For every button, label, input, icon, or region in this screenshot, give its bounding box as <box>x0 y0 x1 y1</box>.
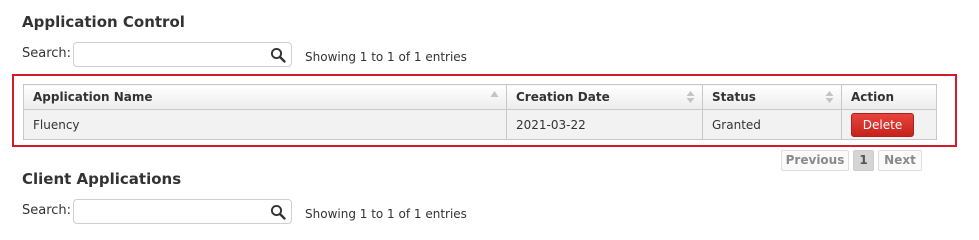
entries-info: Showing 1 to 1 of 1 entries <box>305 207 467 221</box>
delete-button[interactable]: Delete <box>851 112 914 137</box>
section-title-application-control: Application Control <box>22 13 185 31</box>
column-header-status[interactable]: Status <box>702 84 842 110</box>
table-header-row: Application Name Creation Date Status Ac… <box>23 84 937 110</box>
search-field[interactable] <box>73 199 292 224</box>
column-header-application-name[interactable]: Application Name <box>23 84 507 110</box>
search-input[interactable] <box>74 43 276 66</box>
column-header-label: Action <box>851 90 895 104</box>
pagination-page-1-button[interactable]: 1 <box>853 150 874 171</box>
column-header-creation-date[interactable]: Creation Date <box>506 84 703 110</box>
entries-info: Showing 1 to 1 of 1 entries <box>305 50 467 64</box>
sort-asc-icon <box>490 91 499 97</box>
search-label: Search: <box>22 46 72 61</box>
cell-action: Delete <box>841 109 937 140</box>
column-header-label: Application Name <box>33 90 153 104</box>
cell-creation-date: 2021-03-22 <box>506 109 703 140</box>
search-input[interactable] <box>74 200 276 223</box>
application-table: Application Name Creation Date Status Ac… <box>23 84 937 140</box>
pagination-next-button[interactable]: Next <box>878 150 922 171</box>
column-header-action: Action <box>841 84 937 110</box>
sort-arrows-icon <box>686 91 695 103</box>
cell-status: Granted <box>702 109 842 140</box>
column-header-label: Status <box>712 90 756 104</box>
section-title-client-applications: Client Applications <box>22 170 182 188</box>
pagination-previous-button[interactable]: Previous <box>781 150 849 171</box>
cell-application-name: Fluency <box>23 109 507 140</box>
search-icon[interactable] <box>270 204 286 220</box>
search-label: Search: <box>22 203 72 218</box>
table-row: Fluency 2021-03-22 Granted Delete <box>23 109 937 140</box>
search-icon[interactable] <box>270 47 286 63</box>
sort-arrows-icon <box>825 91 834 103</box>
column-header-label: Creation Date <box>516 90 610 104</box>
search-field[interactable] <box>73 42 292 67</box>
